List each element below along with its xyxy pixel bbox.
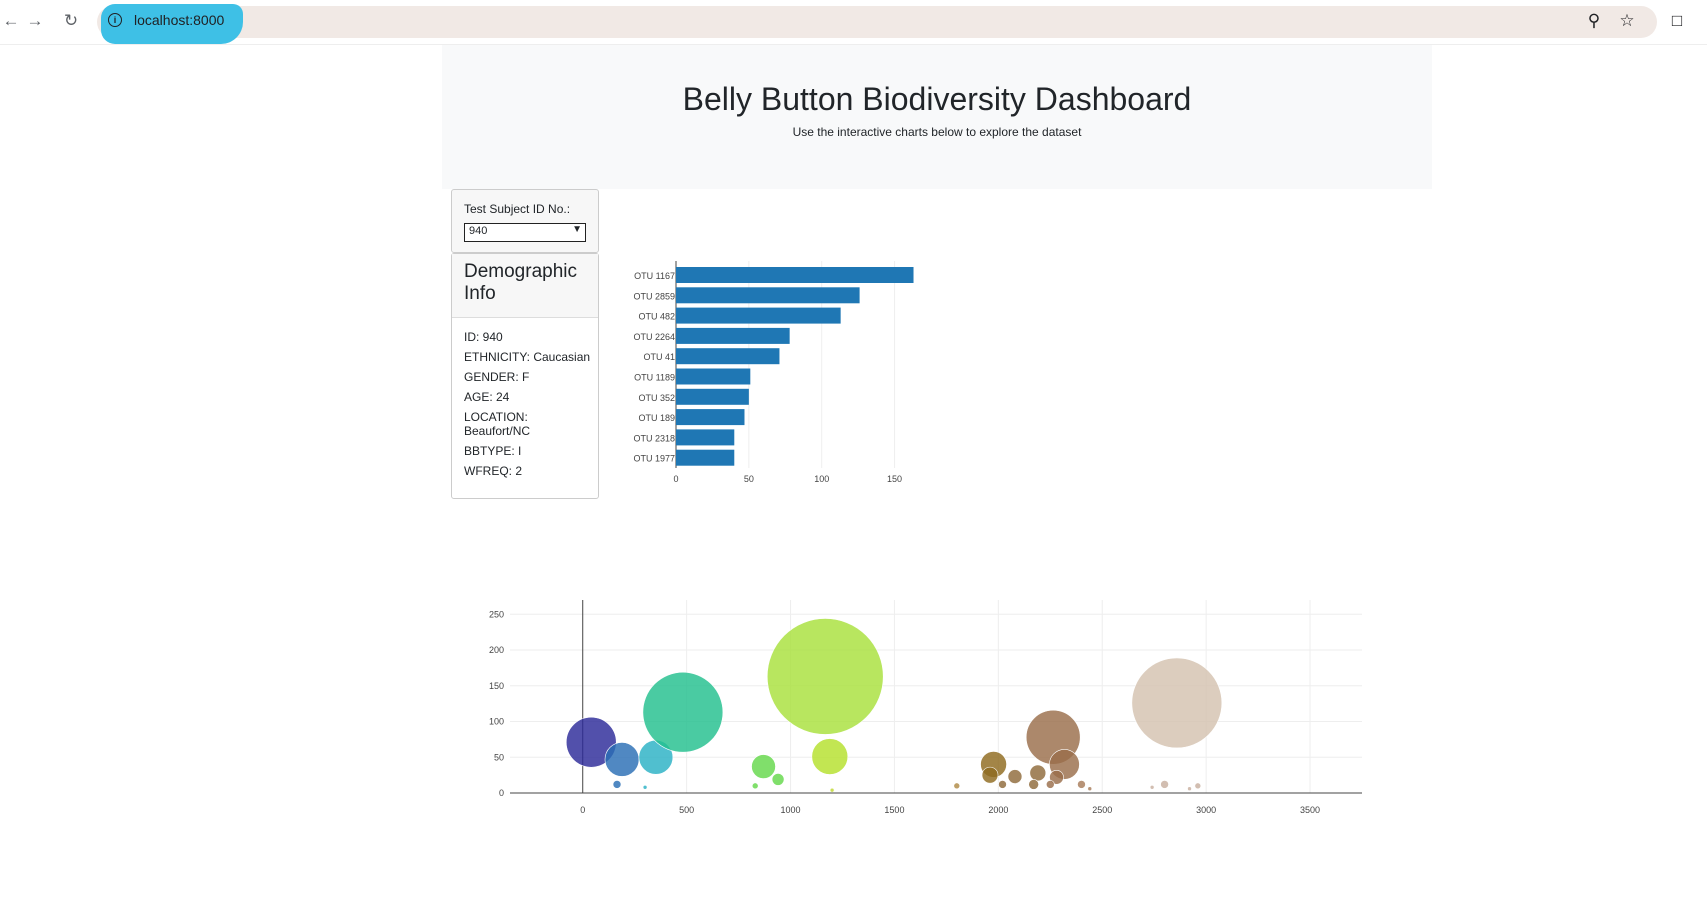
demographic-row-wfreq: WFREQ: 2 (464, 464, 523, 478)
bubble-point (1149, 784, 1155, 790)
bubble-x-tick-label: 0 (580, 805, 585, 815)
bar-otu-2318 (676, 429, 735, 446)
bubble-x-tick-label: 2500 (1092, 805, 1112, 815)
forward-arrow-icon[interactable]: → (24, 10, 46, 32)
bubble-point (1007, 769, 1023, 784)
bubble-y-tick-label: 150 (489, 681, 504, 691)
subject-id-value: 940 (469, 225, 488, 237)
bubble-x-tick-label: 3000 (1196, 805, 1216, 815)
demographic-info-panel: Demographic Info ID: 940 ETHNICITY: Cauc… (451, 253, 599, 499)
bubble-point (1045, 780, 1055, 789)
bar-otu-2264 (676, 327, 790, 344)
bubble-x-tick-label: 2000 (988, 805, 1008, 815)
reload-icon[interactable]: ↻ (60, 10, 82, 32)
page-header: Belly Button Biodiversity Dashboard Use … (442, 45, 1432, 189)
bubble-point (642, 671, 724, 753)
demographic-info-title: Demographic Info (464, 261, 577, 304)
demographic-row-gender: GENDER: F (464, 370, 530, 384)
bubble-point (1029, 764, 1047, 782)
bar-category-label: OTU 352 (638, 393, 675, 403)
browser-toolbar: ← → ↻ i localhost:8000 ⚲ ☆ □ (0, 0, 1707, 45)
bar-otu-1977 (676, 449, 735, 466)
bubble-point (751, 754, 776, 779)
bubble-point (1194, 782, 1202, 790)
bubble-point (771, 773, 785, 786)
bar-category-label: OTU 189 (638, 413, 675, 423)
star-icon[interactable]: ☆ (1616, 10, 1638, 32)
bubble-x-tick-label: 3500 (1300, 805, 1320, 815)
bubble-point (612, 780, 622, 789)
bar-category-label: OTU 482 (638, 312, 675, 322)
bubble-point (1077, 780, 1086, 789)
bar-otu-2859 (676, 287, 860, 304)
demographic-row-age: AGE: 24 (464, 390, 510, 404)
bar-otu-41 (676, 348, 780, 365)
address-bar[interactable] (97, 6, 1657, 38)
bubble-y-tick-label: 100 (489, 717, 504, 727)
bubble-x-tick-label: 500 (679, 805, 694, 815)
otu-bubble-chart: 0501001502002500 500 1000 1500 2000 2500 3000 3… (489, 600, 1362, 815)
bar-otu-482 (676, 307, 841, 324)
bubble-y-tick-label: 250 (489, 609, 504, 619)
demographic-row-location: LOCATION: Beaufort/NC (464, 410, 531, 438)
bubble-point (642, 784, 648, 790)
bubble-point (829, 787, 835, 793)
bubble-point (604, 742, 640, 777)
subject-selector-card: Test Subject ID No.: 940 ▼ (451, 189, 599, 253)
bar-category-label: OTU 1167 (634, 271, 675, 281)
top-otu-bar-chart: OTU 1167 OTU 2859 OTU 482 OTU 2264 OTU 41 OTU… (633, 261, 914, 484)
bar-x-tick-label: 100 (814, 474, 829, 484)
bubble-point (981, 766, 999, 784)
bubble-point (1160, 780, 1169, 789)
bubble-point (766, 618, 884, 735)
bar-category-label: OTU 2264 (633, 332, 675, 342)
bar-otu-189 (676, 409, 745, 426)
bar-x-tick-label: 0 (673, 474, 678, 484)
bar-x-tick-label: 150 (887, 474, 902, 484)
chevron-down-icon: ▼ (572, 224, 582, 235)
extensions-icon[interactable]: □ (1666, 10, 1688, 32)
bar-category-label: OTU 1977 (633, 454, 675, 464)
bubble-point (953, 782, 961, 790)
bar-otu-1167 (676, 267, 914, 283)
demographic-row-ethnicity: ETHNICITY: Caucasian (464, 350, 591, 364)
demographic-info-list: ID: 940 ETHNICITY: Caucasian GENDER: F A… (464, 330, 594, 484)
bar-category-label: OTU 1189 (634, 373, 675, 383)
bubble-y-tick-label: 200 (489, 645, 504, 655)
bubble-point (998, 780, 1007, 789)
bubble-point (1087, 786, 1093, 792)
page-title: Belly Button Biodiversity Dashboard (682, 81, 1192, 117)
demographic-row-bbtype: BBTYPE: I (464, 444, 522, 458)
bubble-x-tick-label: 1000 (781, 805, 801, 815)
bubble-point (1187, 786, 1192, 792)
subject-selector-label: Test Subject ID No.: (464, 202, 571, 216)
bar-otu-352 (676, 388, 749, 405)
bubble-point (1131, 657, 1223, 749)
zoom-icon[interactable]: ⚲ (1583, 10, 1605, 32)
bubble-y-tick-label: 0 (499, 788, 504, 798)
bar-category-label: OTU 2859 (633, 291, 675, 301)
page-subtitle: Use the interactive charts below to expl… (792, 125, 1082, 139)
demographic-info-header: Demographic Info (452, 254, 598, 318)
bar-category-label: OTU 41 (643, 352, 675, 362)
bar-category-label: OTU 2318 (633, 433, 675, 443)
subject-id-select[interactable]: 940 ▼ (464, 223, 586, 242)
bar-otu-1189 (676, 368, 751, 385)
bubble-point (1028, 779, 1039, 790)
bar-x-tick-label: 50 (744, 474, 754, 484)
back-arrow-icon[interactable]: ← (0, 10, 22, 32)
bubble-x-tick-label: 1500 (884, 805, 904, 815)
bubble-point (811, 738, 849, 775)
bubble-point (751, 782, 759, 790)
demographic-row-id: ID: 940 (464, 330, 503, 344)
url-text[interactable]: localhost:8000 (134, 12, 224, 28)
site-info-icon[interactable]: i (108, 13, 122, 27)
bubble-y-tick-label: 50 (494, 752, 504, 762)
